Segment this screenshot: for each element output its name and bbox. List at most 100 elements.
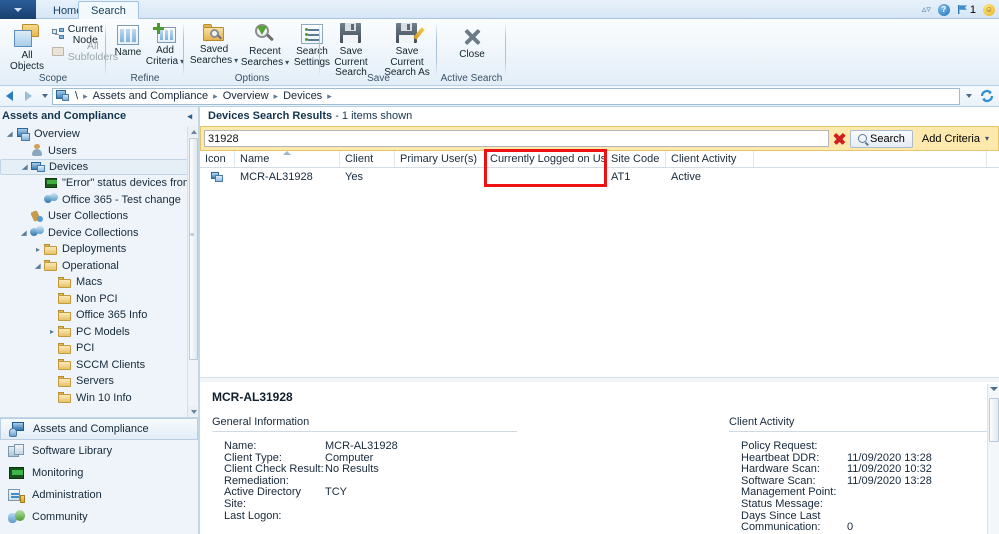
tree-item-servers[interactable]: Servers (0, 373, 198, 390)
add-criteria-button[interactable]: Add Criteria▾ (148, 23, 182, 67)
tree-item-label: Users (48, 145, 77, 157)
detail-row-value (847, 441, 999, 453)
grid-column-header-client[interactable]: Client (340, 151, 395, 167)
table-row[interactable]: MCR-AL31928YesAT1Active (200, 168, 999, 186)
tree-item-sccm-clients[interactable]: SCCM Clients (0, 357, 198, 374)
tree-item-win-10-info[interactable]: Win 10 Info (0, 390, 198, 407)
feedback-smiley-icon[interactable]: ☺ (983, 4, 995, 16)
breadcrumb-item-assets-and-compliance[interactable]: Assets and Compliance (89, 90, 213, 102)
save-current-search-as-button[interactable]: Save Current Search As (380, 23, 434, 79)
cell-site-code: AT1 (606, 168, 666, 186)
all-objects-button[interactable]: All Objects (6, 24, 48, 72)
tree-item-office-365-test-change[interactable]: Office 365 - Test change (0, 192, 198, 209)
recent-searches-button[interactable]: Recent Searches▾ (240, 23, 290, 68)
workspace-assets-and-compliance[interactable]: Assets and Compliance (0, 418, 198, 440)
chevron-right-icon[interactable]: ▸ (326, 91, 333, 102)
addressbar-options-button[interactable] (962, 94, 976, 98)
twisty-open-icon[interactable] (19, 163, 31, 171)
chevron-down-icon (14, 8, 22, 12)
workspace-monitoring[interactable]: Monitoring (0, 462, 198, 484)
workspace-switcher: Assets and ComplianceSoftware LibraryMon… (0, 417, 199, 534)
tab-search[interactable]: Search (78, 1, 139, 19)
tree-item-macs[interactable]: Macs (0, 274, 198, 291)
close-search-button[interactable]: Close (453, 26, 491, 61)
tree-item-deployments[interactable]: Deployments (0, 241, 198, 258)
clear-search-icon[interactable] (832, 131, 847, 146)
tree-item-device-collections[interactable]: Device Collections (0, 225, 198, 242)
grid-column-header-name[interactable]: Name (235, 151, 340, 167)
detail-splitter[interactable] (200, 378, 999, 382)
workspace-community[interactable]: Community (0, 506, 198, 528)
tree-item-office-365-info[interactable]: Office 365 Info (0, 307, 198, 324)
grid-column-header-icon[interactable]: Icon (200, 151, 235, 167)
saved-searches-button[interactable]: Saved Searches▾ (190, 23, 238, 66)
tree-scroll-up-button[interactable] (188, 126, 198, 137)
detail-scroll-thumb[interactable] (989, 398, 999, 442)
grid-body: MCR-AL31928YesAT1Active (200, 168, 999, 186)
add-criteria-dropdown[interactable]: Add Criteria ▾ (916, 133, 995, 145)
twisty-open-icon[interactable] (32, 262, 44, 270)
flag-icon[interactable]: 1 (957, 4, 976, 16)
workspace-software-library[interactable]: Software Library (0, 440, 198, 462)
tree-item-operational[interactable]: Operational (0, 258, 198, 275)
detail-scrollbar[interactable] (987, 384, 999, 534)
tree-item-devices[interactable]: Devices (0, 159, 198, 175)
grid-column-header-site-code[interactable]: Site Code (606, 151, 666, 167)
grid-column-header-client-activity[interactable]: Client Activity (666, 151, 754, 167)
saved-searches-label-line2: Searches (190, 55, 232, 66)
search-button[interactable]: Search (850, 130, 913, 148)
tree-scroll-thumb[interactable] (189, 138, 198, 360)
tree-item-overview[interactable]: Overview (0, 126, 198, 143)
forward-button[interactable] (19, 87, 38, 106)
breadcrumb-root[interactable]: \ (71, 90, 82, 102)
grid-column-header-currently-logged-on-user[interactable]: Currently Logged on User (485, 151, 606, 167)
overview-icon (16, 128, 31, 141)
tree-item-pc-models[interactable]: PC Models (0, 324, 198, 341)
grid-column-label: Site Code (611, 153, 659, 165)
collapse-pane-icon[interactable]: ◂ (187, 107, 198, 126)
smiley-glyph: ☺ (983, 4, 995, 16)
flag-glyph (957, 4, 968, 15)
back-button[interactable] (0, 87, 19, 106)
folder-icon (44, 259, 59, 272)
history-dropdown-button[interactable] (38, 94, 52, 98)
tree-item-error-status-devices-from-deploying-o[interactable]: "Error" status devices from deploying "O (0, 175, 198, 192)
breadcrumb-item-devices[interactable]: Devices (279, 90, 326, 102)
tree-item-label: Macs (76, 276, 102, 288)
monitoring-icon (8, 466, 25, 481)
detail-scroll-up-button[interactable] (990, 384, 998, 392)
application-menu-button[interactable] (0, 0, 36, 19)
updown-icon[interactable]: ▵▿ (922, 4, 931, 15)
grid-column-header-primary-user-s[interactable]: Primary User(s) (395, 151, 485, 167)
detail-section-client-activity: Client Activity Policy Request:Heartbeat… (729, 416, 999, 534)
twisty-open-icon[interactable] (18, 229, 30, 237)
grid-column-label: Client (345, 153, 373, 165)
tree-item-pci[interactable]: PCI (0, 340, 198, 357)
chevron-down-icon: ▾ (234, 56, 238, 65)
folder-icon (58, 276, 73, 289)
tree-item-user-collections[interactable]: User Collections (0, 208, 198, 225)
breadcrumb-item-overview[interactable]: Overview (219, 90, 273, 102)
name-label: Name (115, 48, 142, 59)
twisty-closed-icon[interactable] (46, 327, 58, 336)
cell-icon (200, 168, 235, 186)
search-input[interactable] (204, 130, 829, 147)
workspace-administration[interactable]: Administration (0, 484, 198, 506)
refresh-icon[interactable] (980, 89, 994, 103)
tree-item-label: "Error" status devices from deploying "O (62, 177, 198, 189)
tree-scrollbar[interactable]: ≡ (187, 126, 198, 417)
twisty-open-icon[interactable] (4, 130, 16, 138)
tree-scroll-down-button[interactable] (188, 406, 198, 417)
name-button[interactable]: Name (112, 25, 144, 59)
tree-item-users[interactable]: Users (0, 143, 198, 160)
tree-item-label: SCCM Clients (76, 359, 145, 371)
tree-item-non-pci[interactable]: Non PCI (0, 291, 198, 308)
folder-icon (58, 375, 73, 388)
help-icon[interactable]: ? (938, 4, 950, 16)
twisty-closed-icon[interactable] (32, 245, 44, 254)
tree-item-label: Device Collections (48, 227, 138, 239)
assets-compliance-icon (9, 422, 26, 437)
grid-column-header-blank[interactable] (754, 151, 987, 167)
breadcrumb[interactable]: \ ▸ Assets and Compliance ▸ Overview ▸ D… (52, 88, 960, 105)
save-current-search-button[interactable]: Save Current Search (324, 23, 378, 79)
